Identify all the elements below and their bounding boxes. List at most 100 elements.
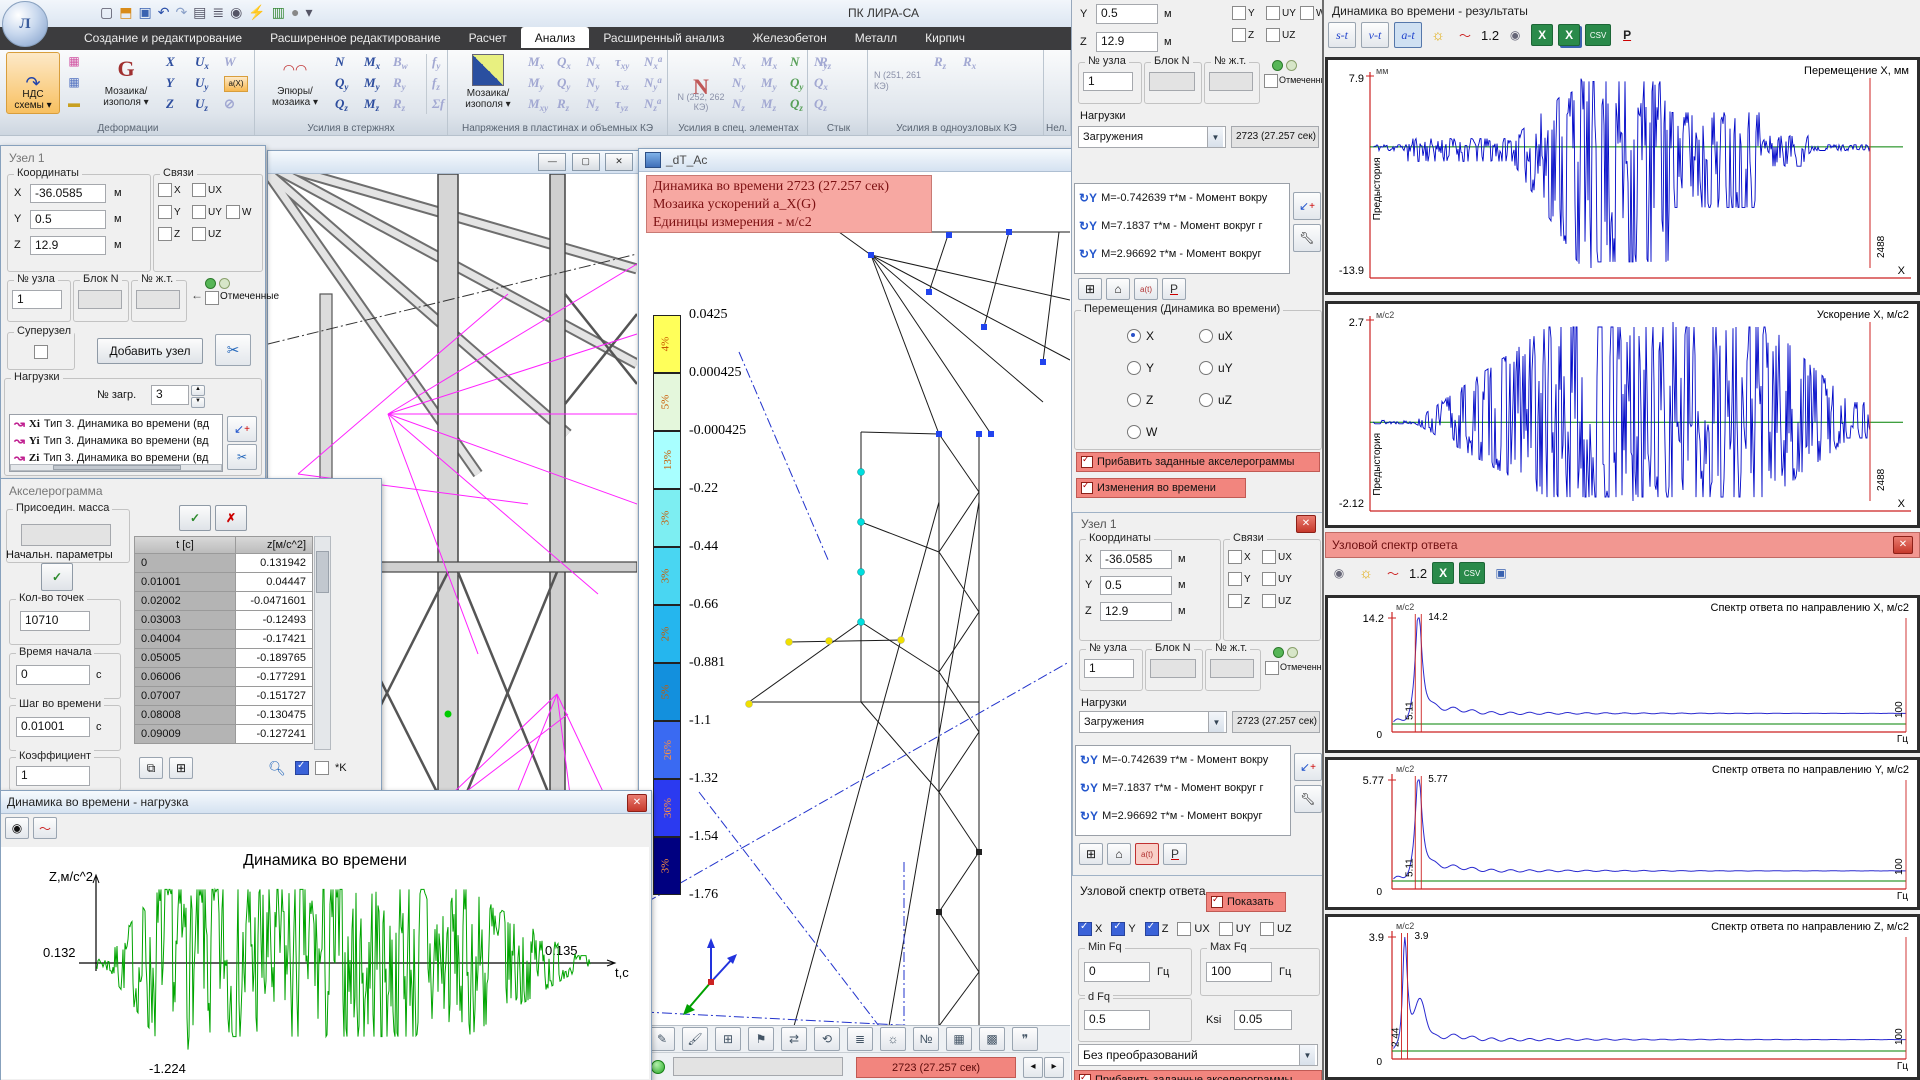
ribbon-symbol[interactable]: Mx (761, 54, 777, 69)
link-check-y[interactable]: Y (1228, 572, 1258, 586)
link-check-ux[interactable]: UX (192, 183, 222, 197)
ribbon-symbol[interactable]: Nya (644, 75, 662, 90)
ribbon-symbol[interactable]: Nxa (644, 54, 662, 69)
y-coordinate-field[interactable]: 0.5 (30, 210, 106, 229)
node-number-field[interactable]: 1 (1084, 659, 1134, 678)
link-check-uz[interactable]: UZ (1266, 28, 1296, 42)
checkbox-icon[interactable] (1300, 6, 1314, 20)
table-row[interactable]: 00.131942 (134, 554, 313, 573)
checkbox-icon[interactable] (1266, 6, 1280, 20)
ribbon-symbol[interactable]: fy (432, 54, 440, 69)
block-field[interactable] (1150, 659, 1196, 678)
tab-6[interactable]: Железобетон (738, 27, 840, 48)
direction-check-z[interactable]: Z (1145, 922, 1169, 936)
ribbon-symbol[interactable]: Mz (364, 96, 379, 111)
export-table-icon[interactable]: ⊞ (1079, 843, 1103, 865)
y-coordinate-field[interactable]: 0.5 (1100, 576, 1172, 595)
screenshot-icon[interactable]: ◉ (1328, 563, 1350, 583)
load-number-field[interactable]: 3 (151, 385, 189, 405)
chart-settings-icon[interactable]: 〜 (33, 817, 57, 839)
ribbon-symbol[interactable]: Ny (586, 75, 599, 90)
column-header[interactable]: z[м/с^2] (236, 536, 313, 554)
link-check-x[interactable]: X (1228, 550, 1258, 564)
attached-mass-field[interactable] (21, 524, 111, 546)
ribbon-symbol[interactable]: Nx (732, 54, 746, 69)
ribbon-symbol[interactable]: Qy (790, 75, 803, 90)
points-count-field[interactable]: 10710 (20, 611, 90, 631)
loadings-combo[interactable]: Загружения▼ (1079, 711, 1227, 733)
initial-params-apply-icon[interactable]: ✓ (41, 563, 73, 591)
ribbon-menu-item[interactable]: ◠◠Эпюры/ мозаика ▾ (259, 52, 331, 114)
checkbox-icon[interactable] (158, 227, 172, 241)
direction-check-ux[interactable]: UX (1177, 922, 1209, 936)
scissors-icon[interactable]: ✂ (215, 334, 251, 366)
rotate-icon[interactable]: ⟲ (814, 1027, 840, 1051)
spin-down-icon[interactable]: ▼ (191, 397, 205, 408)
radio-ux[interactable]: uX (1199, 329, 1233, 343)
next-step-icon[interactable]: ▸ (1044, 1057, 1064, 1078)
csv-icon[interactable]: CSV (1585, 24, 1611, 46)
table-row[interactable]: 0.04004-0.17421 (134, 630, 313, 649)
open-folder-icon[interactable]: ⬒ (119, 3, 132, 21)
radio-y[interactable]: Y (1127, 361, 1154, 375)
ribbon-symbol[interactable]: My (528, 75, 544, 90)
ribbon-big-button[interactable]: ↷НДС схемы ▾ (6, 52, 60, 114)
tab-1[interactable]: Создание и редактирование (70, 27, 256, 48)
ribbon-symbol[interactable]: Qz (814, 96, 827, 111)
add-accelerograms-button[interactable]: Прибавить заданные акселерограммы (1076, 452, 1320, 472)
chart-icon[interactable]: 〜 (1382, 563, 1404, 583)
start-time-field[interactable]: 0 (16, 665, 90, 685)
edit-load-icon[interactable]: ✂ (227, 444, 257, 470)
mode-s-t-button[interactable]: s-t (1328, 22, 1356, 48)
tab-2[interactable]: Расширенное редактирование (256, 27, 455, 48)
p-flag-icon[interactable]: P (1163, 843, 1187, 865)
checkbox-icon[interactable] (1177, 922, 1191, 936)
pale-dot-icon[interactable] (1287, 647, 1298, 658)
ribbon-symbol[interactable]: Bw (393, 54, 408, 69)
wrench-icon[interactable]: 🔧︎ (1294, 785, 1322, 813)
radio-uy[interactable]: uY (1199, 361, 1233, 375)
grid-icon[interactable]: ⊞ (715, 1027, 741, 1051)
ribbon-menu-item[interactable]: Мозаика/ изополя ▾ (452, 52, 524, 114)
ribbon-symbol[interactable]: N (335, 54, 344, 69)
ribbon-symbol[interactable]: Ux (195, 54, 209, 69)
ribbon-big-button[interactable]: NN (252, 262 КЭ) (674, 52, 728, 114)
table-row[interactable]: 0.05005-0.189765 (134, 649, 313, 668)
zoom-icon[interactable]: 🔍︎ (265, 757, 289, 779)
screenshot-icon[interactable]: ◉ (230, 3, 242, 21)
marked-checkbox[interactable] (1264, 74, 1278, 88)
max-fq-field[interactable]: 100 (1206, 962, 1272, 982)
bulb-icon[interactable]: ☼ (880, 1027, 906, 1051)
show-button[interactable]: Показать (1206, 892, 1286, 912)
node-loads-moment-list[interactable]: ↻YM=-0.742639 т*м - Момент вокру↻YM=7.18… (1074, 183, 1290, 274)
moment-list-item[interactable]: ↻YM=7.1837 т*м - Момент вокруг г (1075, 212, 1289, 240)
checkbox-icon[interactable] (192, 183, 206, 197)
apply-icon[interactable]: ✓ (179, 505, 211, 531)
moment-list-item[interactable]: ↻YM=-0.742639 т*м - Момент вокру (1075, 184, 1289, 212)
ribbon-symbol[interactable]: Rz (934, 54, 946, 69)
ribbon-symbol[interactable]: Mz (761, 96, 776, 111)
table-icon[interactable]: ⊞ (169, 757, 193, 779)
ribbon-symbol[interactable]: Rz (393, 96, 405, 111)
checkbox-icon[interactable] (1262, 572, 1276, 586)
marked-checkbox[interactable] (205, 291, 219, 305)
link-check-uy[interactable]: UY (192, 205, 222, 219)
model-window-titlebar[interactable]: — ▢ ✕ (268, 151, 639, 174)
ribbon-symbol[interactable]: Qy (335, 75, 348, 90)
ribbon-symbol[interactable]: ⊘ (224, 96, 235, 111)
link-check-ux[interactable]: UX (1262, 550, 1292, 564)
tab-8[interactable]: Кирпич (911, 27, 979, 48)
marked-checkbox[interactable] (1265, 661, 1279, 675)
ribbon-symbol[interactable]: Ry (393, 75, 406, 90)
load-window-titlebar[interactable]: Динамика во времени - нагрузка ✕ (1, 791, 651, 814)
zht-field[interactable] (1209, 72, 1253, 91)
tab-7[interactable]: Металл (841, 27, 911, 48)
ribbon-symbol[interactable]: Nx (586, 54, 600, 69)
comment-icon[interactable]: ❞ (1012, 1027, 1038, 1051)
ribbon-symbol[interactable]: Mxy (528, 96, 548, 111)
x-coordinate-field[interactable]: -36.0585 (1100, 550, 1172, 569)
ribbon-symbol[interactable]: X (166, 54, 175, 69)
node-loads-moment-list[interactable]: ↻YM=-0.742639 т*м - Момент вокру↻YM=7.18… (1075, 745, 1291, 836)
brush-icon[interactable]: 🖌︎ (682, 1027, 708, 1051)
accelerogram-icon[interactable]: a(t) (1134, 278, 1158, 300)
